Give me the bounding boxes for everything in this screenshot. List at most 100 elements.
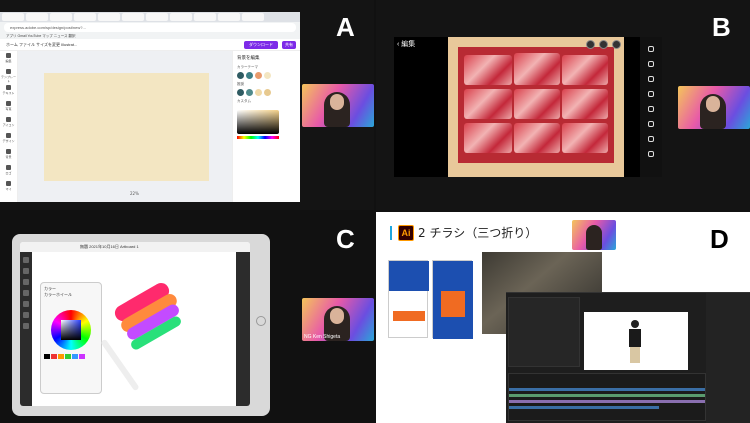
quadrant-d: Ai 2 チラシ（三つ折り） D bbox=[376, 212, 750, 423]
sidebar-icon bbox=[6, 69, 11, 74]
color-picker-field[interactable] bbox=[237, 110, 279, 134]
sidebar-item[interactable]: アイコン bbox=[0, 115, 17, 131]
photo-viewer bbox=[394, 37, 660, 177]
adjust-icon[interactable] bbox=[599, 40, 608, 49]
move-tool-icon[interactable] bbox=[23, 279, 29, 285]
home-button[interactable] bbox=[256, 316, 266, 326]
participant-webcam bbox=[302, 84, 374, 127]
browser-tab[interactable] bbox=[122, 13, 144, 21]
quadrant-letter: D bbox=[710, 224, 729, 254]
crop-icon[interactable] bbox=[648, 76, 654, 82]
browser-tab[interactable] bbox=[98, 13, 120, 21]
panel-title: 背景を編集 bbox=[237, 55, 260, 60]
color-swatch[interactable] bbox=[255, 89, 262, 96]
canvas-area[interactable]: 22% bbox=[18, 51, 232, 202]
color-swatch[interactable] bbox=[237, 72, 244, 79]
express-editor: ホーム ファイル サイズを変更 Illustrat... ダウンロード 共有 編… bbox=[0, 39, 300, 202]
fill-tool-icon[interactable] bbox=[23, 301, 29, 307]
light-icon[interactable] bbox=[648, 106, 654, 112]
sidebar-item[interactable]: テンプレート bbox=[0, 67, 17, 83]
sidebar-item[interactable]: 背景 bbox=[0, 147, 17, 163]
browser-tab[interactable] bbox=[74, 13, 96, 21]
browser-tab[interactable] bbox=[146, 13, 168, 21]
sidebar-icon bbox=[6, 181, 11, 186]
address-bar[interactable]: express.adobe.com/sp/design/post/new?... bbox=[4, 23, 296, 32]
editor-toolbar: ホーム ファイル サイズを変更 Illustrat... ダウンロード 共有 bbox=[0, 39, 300, 51]
vignette-icon[interactable] bbox=[648, 151, 654, 157]
palette-swatch[interactable] bbox=[58, 354, 64, 359]
background-panel: 背景を編集 カラーテーマ 推奨 カスタム bbox=[232, 51, 300, 202]
palette-swatch[interactable] bbox=[72, 354, 78, 359]
auto-icon[interactable] bbox=[648, 46, 654, 52]
palette-swatch[interactable] bbox=[65, 354, 71, 359]
app-title-bar: 無題 2021年10月16日 Artboard 1 bbox=[20, 242, 250, 252]
sidebar-icon bbox=[6, 149, 11, 154]
ipad-device: 無題 2021年10月16日 Artboard 1 カラー カラーホイール bbox=[12, 234, 270, 416]
sidebar-item[interactable]: 編集 bbox=[0, 51, 17, 67]
hue-slider[interactable] bbox=[237, 136, 279, 139]
program-monitor[interactable] bbox=[584, 312, 688, 370]
color-tool-icon[interactable] bbox=[23, 323, 29, 329]
panel-section-label: カスタム bbox=[237, 99, 251, 103]
brush-tool-icon[interactable] bbox=[23, 257, 29, 263]
quadrant-c: 無題 2021年10月16日 Artboard 1 カラー カラーホイール NG… bbox=[0, 212, 374, 423]
browser-window: express.adobe.com/sp/design/post/new?...… bbox=[0, 12, 300, 202]
participant-webcam bbox=[678, 86, 750, 129]
source-panel bbox=[508, 297, 580, 367]
palette-swatch[interactable] bbox=[44, 354, 50, 359]
flyer-preview bbox=[432, 260, 473, 339]
meat-photo bbox=[448, 37, 624, 177]
eyedropper-icon[interactable] bbox=[23, 312, 29, 318]
sidebar-icon bbox=[6, 133, 11, 138]
photo-top-icons bbox=[586, 40, 621, 49]
palette-swatch[interactable] bbox=[79, 354, 85, 359]
browser-tab[interactable] bbox=[50, 13, 72, 21]
design-page[interactable] bbox=[44, 73, 209, 181]
more-icon[interactable] bbox=[612, 40, 621, 49]
sidebar-item[interactable]: デザイン bbox=[0, 131, 17, 147]
sidebar-icon bbox=[6, 117, 11, 122]
color-swatch[interactable] bbox=[246, 89, 253, 96]
color-swatch[interactable] bbox=[237, 89, 244, 96]
meeting-grid: express.adobe.com/sp/design/post/new?...… bbox=[0, 0, 750, 423]
participant-webcam: NG Ken Shigeta bbox=[302, 298, 374, 341]
zoom-level[interactable]: 22% bbox=[130, 191, 139, 196]
color-popover: カラー カラーホイール bbox=[40, 282, 102, 394]
temperature-icon[interactable] bbox=[648, 136, 654, 142]
swatch-row bbox=[237, 72, 296, 79]
browser-tab[interactable] bbox=[26, 13, 48, 21]
color-wheel[interactable] bbox=[51, 310, 91, 350]
palette-swatch[interactable] bbox=[51, 354, 57, 359]
filter-icon[interactable] bbox=[648, 91, 654, 97]
download-button[interactable]: ダウンロード bbox=[244, 41, 278, 49]
sidebar-item[interactable]: マイ bbox=[0, 179, 17, 195]
edit-toolbar bbox=[640, 37, 662, 177]
color-swatch[interactable] bbox=[264, 72, 271, 79]
timeline-panel[interactable] bbox=[508, 373, 706, 421]
color-swatch[interactable] bbox=[246, 72, 253, 79]
sidebar-item[interactable]: テキスト bbox=[0, 83, 17, 99]
illustrator-icon: Ai bbox=[398, 224, 414, 241]
select-tool-icon[interactable] bbox=[23, 290, 29, 296]
tool-sidebar bbox=[20, 252, 32, 406]
browser-tab[interactable] bbox=[218, 13, 240, 21]
eraser-tool-icon[interactable] bbox=[23, 268, 29, 274]
browser-tab[interactable] bbox=[170, 13, 192, 21]
browser-tab[interactable] bbox=[242, 13, 264, 21]
effects-panel bbox=[706, 293, 750, 423]
color-swatch[interactable] bbox=[264, 89, 271, 96]
quadrant-b: ‹ 編集 B bbox=[376, 0, 750, 210]
color-popover-tab[interactable]: カラーホイール bbox=[44, 292, 98, 298]
quadrant-letter: C bbox=[336, 224, 355, 254]
browser-tab[interactable] bbox=[194, 13, 216, 21]
share-icon[interactable] bbox=[586, 40, 595, 49]
back-edit-button[interactable]: ‹ 編集 bbox=[397, 39, 415, 49]
sidebar-item[interactable]: ロゴ bbox=[0, 163, 17, 179]
sidebar-item[interactable]: 写真 bbox=[0, 99, 17, 115]
doc-title[interactable]: ホーム ファイル サイズを変更 Illustrat... bbox=[6, 42, 77, 47]
browser-tab[interactable] bbox=[2, 13, 24, 21]
share-button[interactable]: 共有 bbox=[282, 41, 296, 49]
color-swatch[interactable] bbox=[255, 72, 262, 79]
brush-icon[interactable] bbox=[648, 61, 654, 67]
color-icon[interactable] bbox=[648, 121, 654, 127]
